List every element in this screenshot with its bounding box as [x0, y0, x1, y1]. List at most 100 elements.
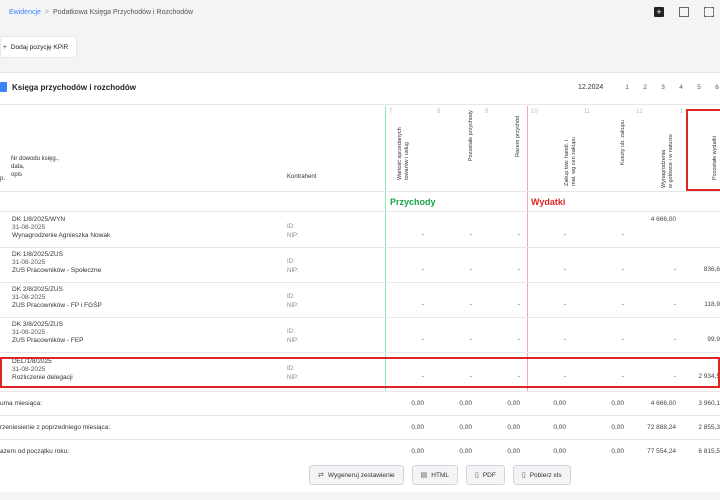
- header-document: Nr dowodu księg., data, opis: [11, 156, 60, 178]
- row-value: -: [673, 301, 676, 308]
- add-kpir-entry-label: Dodaj pozycję KPiR: [10, 43, 69, 51]
- header-other-income: Pozostałe przychody: [468, 110, 474, 161]
- file-icon: ▯: [521, 472, 526, 479]
- card-title-text: Księga przychodów i rozchodów: [12, 82, 137, 92]
- download-xls-label: Pobierz xls: [529, 471, 562, 479]
- row-value: -: [517, 231, 520, 238]
- page-2[interactable]: 2: [636, 81, 654, 95]
- row-doc: DK 1/8/2025/ZUS: [12, 251, 63, 258]
- divider: [0, 317, 720, 318]
- col-number: 12: [636, 109, 643, 115]
- grid-icon[interactable]: [704, 7, 714, 17]
- add-kpir-entry-button[interactable]: + Dodaj pozycję KPiR: [0, 36, 78, 58]
- footer-actions: ⇄ Wygeneruj zestawienie ▤ HTML ▯ PDF ▯ P…: [309, 465, 571, 485]
- divider: [0, 247, 720, 248]
- header-sales-value: Wartość sprzedanych towarów i usług: [397, 127, 410, 180]
- row-value: -: [469, 266, 472, 273]
- page-6[interactable]: 6: [708, 81, 720, 95]
- col-number: 8: [437, 109, 441, 115]
- row-desc: ZUS Pracowników - FP i FGŚP: [12, 302, 102, 309]
- contractor-nip: NIP:: [287, 268, 299, 274]
- pagination: 1 2 3 4 5 6: [618, 81, 720, 95]
- highlight-header-box: [686, 109, 720, 191]
- summary-value: 4 666,00: [650, 400, 676, 407]
- divider: [0, 352, 720, 353]
- summary-value: 3 960,1: [698, 400, 720, 407]
- pdf-button[interactable]: ▯ PDF: [465, 465, 505, 485]
- breadcrumb-current: Podatkowa Księga Przychodów i Rozchodów: [53, 9, 194, 16]
- header-lp: p.: [0, 176, 6, 182]
- generate-report-button[interactable]: ⇄ Wygeneruj zestawienie: [309, 465, 404, 485]
- shuffle-icon: ⇄: [318, 472, 324, 479]
- summary-value: 2 855,3: [698, 424, 720, 431]
- divider: [0, 104, 720, 105]
- divider: [0, 282, 720, 283]
- row-value: -: [421, 301, 424, 308]
- summary-value: 77 554,24: [647, 448, 676, 455]
- table-row[interactable]: DK 2/8/2025/ZUS 31-08-2025 ZUS Pracowników…: [12, 286, 102, 310]
- table-row[interactable]: DK 3/8/2025/ZUS 31-08-2025 ZUS Pracowników…: [12, 321, 84, 345]
- summary-value: 0,00: [507, 448, 520, 455]
- row-value: -: [563, 266, 566, 273]
- page-5[interactable]: 5: [690, 81, 708, 95]
- top-icons: +: [654, 7, 714, 17]
- summary-value: 0,00: [553, 400, 566, 407]
- summary-value: 6 815,5: [698, 448, 720, 455]
- page-1[interactable]: 1: [618, 81, 636, 95]
- document-icon[interactable]: [679, 7, 689, 17]
- row-value: -: [517, 266, 520, 273]
- contractor-id: ID:: [287, 294, 295, 300]
- breadcrumb-separator: >: [44, 9, 50, 16]
- row-contractor: ID: NIP:: [287, 328, 299, 346]
- contractor-nip: NIP:: [287, 233, 299, 239]
- page-4[interactable]: 4: [672, 81, 690, 95]
- divider: [0, 211, 720, 212]
- summary-value: 0,00: [611, 448, 624, 455]
- contractor-id: ID:: [287, 224, 295, 230]
- card-title: Księga przychodów i rozchodów: [0, 82, 136, 92]
- table-row[interactable]: DK 1/8/2025/WYN 31-08-2025 Wynagrodzenie A…: [12, 216, 110, 240]
- summary-value: 0,00: [459, 448, 472, 455]
- row-value: -: [469, 231, 472, 238]
- summary-value: 72 888,24: [647, 424, 676, 431]
- download-xls-button[interactable]: ▯ Pobierz xls: [512, 465, 571, 485]
- header-goods-purchase: Zakup tow. handl. i mat. wg cen zakupu: [564, 137, 577, 186]
- pdf-label: PDF: [482, 471, 496, 479]
- row-value: 4 666,00: [650, 216, 676, 223]
- header-contractor: Kontrahent: [287, 174, 317, 180]
- row-date: 31-08-2025: [12, 294, 46, 301]
- income-divider: [385, 106, 386, 391]
- row-value: -: [517, 301, 520, 308]
- divider: [0, 391, 720, 392]
- html-button[interactable]: ▤ HTML: [411, 465, 458, 485]
- divider: [0, 191, 720, 192]
- row-date: 31-08-2025: [12, 224, 46, 231]
- row-desc: Wynagrodzenie Agnieszka Nowak: [12, 232, 111, 239]
- add-square-icon[interactable]: +: [654, 7, 664, 17]
- kpir-card: Księga przychodów i rozchodów 12.2024 1 …: [0, 72, 720, 492]
- header-side-costs: Koszty ub. zakupu: [620, 120, 626, 165]
- row-contractor: ID: NIP:: [287, 293, 299, 311]
- summary-value: 0,00: [459, 424, 472, 431]
- row-value: -: [673, 336, 676, 343]
- summary-label: uma miesiąca:: [0, 400, 42, 407]
- row-value: -: [621, 336, 624, 343]
- summary-label: rzeniesienie z poprzedniego miesiąca:: [0, 424, 111, 431]
- row-value: -: [673, 266, 676, 273]
- expense-divider: [527, 106, 528, 391]
- plus-icon: +: [3, 43, 7, 51]
- header-total-income: Razem przychód: [515, 115, 521, 157]
- summary-label: azem od początku roku:: [0, 448, 70, 455]
- row-value: -: [563, 336, 566, 343]
- page-3[interactable]: 3: [654, 81, 672, 95]
- row-value: -: [469, 336, 472, 343]
- row-doc: DK 3/8/2025/ZUS: [12, 321, 63, 328]
- row-date: 31-08-2025: [12, 259, 46, 266]
- row-doc: DK 1/8/2025/WYN: [12, 216, 66, 223]
- row-value: -: [621, 301, 624, 308]
- period-label: 12.2024: [578, 84, 604, 91]
- table-row[interactable]: DK 1/8/2025/ZUS 31-08-2025 ZUS Pracowników…: [12, 251, 101, 275]
- breadcrumb-ewidencje-link[interactable]: Ewidencje: [9, 9, 41, 16]
- row-value: -: [563, 231, 566, 238]
- file-icon: ▯: [474, 472, 479, 479]
